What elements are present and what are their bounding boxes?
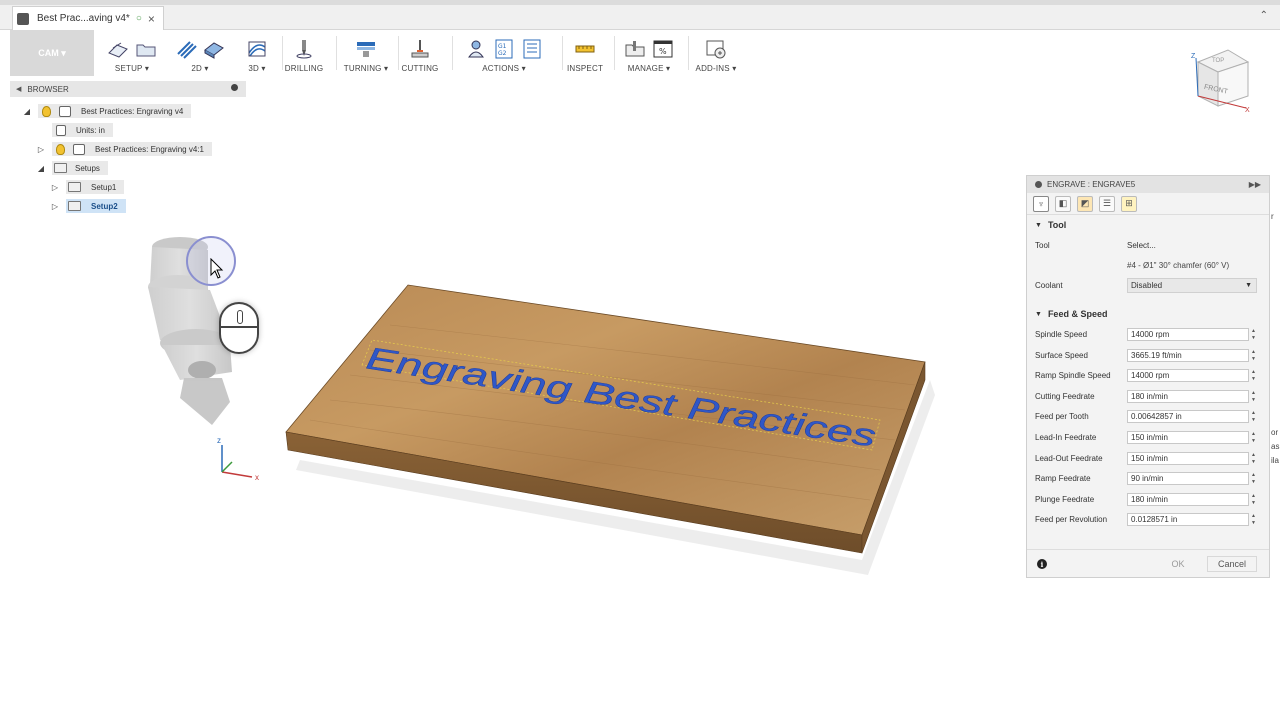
param-label: Spindle Speed (1035, 329, 1088, 339)
param-label: Feed per Tooth (1035, 412, 1089, 422)
param-input[interactable]: 150 in/min (1127, 430, 1249, 444)
param-row: Feed per Revolution 0.0128571 in ▲ ▼ (1027, 510, 1269, 531)
tool-tab-icon: ♆ (1037, 198, 1045, 209)
param-row: Ramp Spindle Speed 14000 rpm ▲ ▼ (1027, 365, 1269, 386)
coolant-label: Coolant (1035, 281, 1063, 291)
section-collapse-icon[interactable]: ▼ (1035, 311, 1042, 318)
svg-text:z: z (217, 436, 221, 445)
param-input[interactable]: 14000 rpm (1127, 327, 1249, 341)
param-row: Plunge Feedrate 180 in/min ▲ ▼ (1027, 489, 1269, 510)
viewcube-top-label: TOP (1212, 58, 1224, 64)
dialog-status-icon (1035, 181, 1042, 188)
info-icon[interactable]: i (1037, 559, 1047, 569)
param-input[interactable]: 150 in/min (1127, 451, 1249, 465)
spinner-icon[interactable]: ▲ ▼ (1251, 328, 1257, 341)
param-label: Ramp Spindle Speed (1035, 371, 1111, 381)
spinner-icon[interactable]: ▲ ▼ (1251, 410, 1257, 423)
tab-linking[interactable]: ⊞ (1121, 195, 1137, 212)
spinner-icon[interactable]: ▲ ▼ (1251, 431, 1257, 444)
edge-text-fragment: or (1271, 428, 1279, 437)
geometry-tab-icon: ◧ (1058, 198, 1068, 208)
param-label: Cutting Feedrate (1035, 391, 1095, 401)
edge-text-fragment: r (1271, 212, 1274, 221)
param-label: Plunge Feedrate (1035, 494, 1095, 504)
dialog-title: ENGRAVE : ENGRAVE5 (1047, 180, 1136, 189)
param-label: Feed per Revolution (1035, 515, 1108, 525)
param-input[interactable]: 14000 rpm (1127, 369, 1249, 383)
spinner-icon[interactable]: ▲ ▼ (1251, 472, 1257, 485)
param-label: Surface Speed (1035, 350, 1088, 360)
view-cube[interactable]: TOP FRONT Z X (1191, 49, 1250, 114)
param-row: Surface Speed 3665.19 ft/min ▲ ▼ (1027, 345, 1269, 366)
dialog-footer: i OK Cancel (1027, 549, 1269, 577)
param-label: Ramp Feedrate (1035, 474, 1091, 484)
selected-tool-name: #4 - Ø1" 30° chamfer (60° V) (1127, 261, 1230, 271)
svg-text:X: X (1245, 107, 1250, 114)
param-label: Lead-Out Feedrate (1035, 453, 1103, 463)
param-input[interactable]: 0.00642857 in (1127, 410, 1249, 424)
tab-geometry[interactable]: ◧ (1055, 195, 1071, 212)
param-input[interactable]: 180 in/min (1127, 389, 1249, 403)
tool-section-header[interactable]: ▼ Tool (1027, 215, 1269, 235)
param-row: Spindle Speed 14000 rpm ▲ ▼ (1027, 324, 1269, 345)
param-input[interactable]: 0.0128571 in (1127, 513, 1249, 527)
param-row: Ramp Feedrate 90 in/min ▲ ▼ (1027, 468, 1269, 489)
edge-text-fragment: as (1271, 442, 1280, 451)
engrave-dialog: ENGRAVE : ENGRAVE5 ▶▶ ♆ ◧ ◩ ☰ ⊞ ▼ Tool T… (1026, 175, 1270, 578)
tab-heights[interactable]: ◩ (1077, 195, 1093, 212)
param-input[interactable]: 3665.19 ft/min (1127, 348, 1249, 362)
expand-dialog-icon[interactable]: ▶▶ (1249, 180, 1261, 189)
mouse-button-icon (219, 302, 259, 354)
axis-triad: z x (217, 436, 259, 482)
edge-text-fragment: ila (1271, 456, 1280, 465)
param-row: Lead-Out Feedrate 150 in/min ▲ ▼ (1027, 448, 1269, 469)
tool-label: Tool (1035, 240, 1050, 250)
passes-tab-icon: ☰ (1102, 198, 1112, 208)
param-input[interactable]: 180 in/min (1127, 492, 1249, 506)
mouse-pointer-icon (210, 258, 224, 279)
coolant-row: Coolant Disabled ▼ (1027, 276, 1269, 297)
feed-speed-section-header[interactable]: ▼ Feed & Speed (1027, 304, 1269, 324)
param-row: Cutting Feedrate 180 in/min ▲ ▼ (1027, 386, 1269, 407)
svg-text:x: x (255, 473, 259, 482)
dialog-tabs: ♆ ◧ ◩ ☰ ⊞ (1027, 193, 1269, 215)
tool-select-button[interactable]: Select... (1127, 241, 1156, 250)
section-title: Tool (1047, 220, 1067, 230)
section-collapse-icon[interactable]: ▼ (1035, 222, 1042, 229)
spinner-icon[interactable]: ▲ ▼ (1251, 452, 1257, 465)
chevron-down-icon: ▼ (1245, 282, 1252, 290)
spinner-icon[interactable]: ▲ ▼ (1251, 369, 1257, 382)
heights-tab-icon: ◩ (1080, 198, 1090, 208)
cancel-button[interactable]: Cancel (1207, 556, 1257, 572)
svg-text:Z: Z (1191, 53, 1196, 60)
param-row: Feed per Tooth 0.00642857 in ▲ ▼ (1027, 407, 1269, 428)
param-input[interactable]: 90 in/min (1127, 472, 1249, 486)
tab-tool[interactable]: ♆ (1033, 195, 1049, 212)
spinner-icon[interactable]: ▲ ▼ (1251, 513, 1257, 526)
param-row: Lead-In Feedrate 150 in/min ▲ ▼ (1027, 427, 1269, 448)
param-label: Lead-In Feedrate (1035, 432, 1097, 442)
spinner-icon[interactable]: ▲ ▼ (1251, 493, 1257, 506)
tab-passes[interactable]: ☰ (1099, 195, 1115, 212)
coolant-select[interactable]: Disabled ▼ (1127, 278, 1257, 294)
ok-button[interactable]: OK (1155, 556, 1201, 572)
spinner-icon[interactable]: ▲ ▼ (1251, 390, 1257, 403)
linking-tab-icon: ⊞ (1125, 198, 1133, 208)
section-title: Feed & Speed (1047, 309, 1108, 320)
coolant-value: Disabled (1131, 281, 1163, 291)
dialog-header[interactable]: ENGRAVE : ENGRAVE5 ▶▶ (1027, 176, 1269, 193)
tool-row: Tool Select... (1027, 235, 1269, 256)
fusion-cam-window: Best Prac...aving v4* ○ × ⌃ CAM ▾ SETUP … (0, 0, 1280, 720)
spinner-icon[interactable]: ▲ ▼ (1251, 349, 1257, 362)
